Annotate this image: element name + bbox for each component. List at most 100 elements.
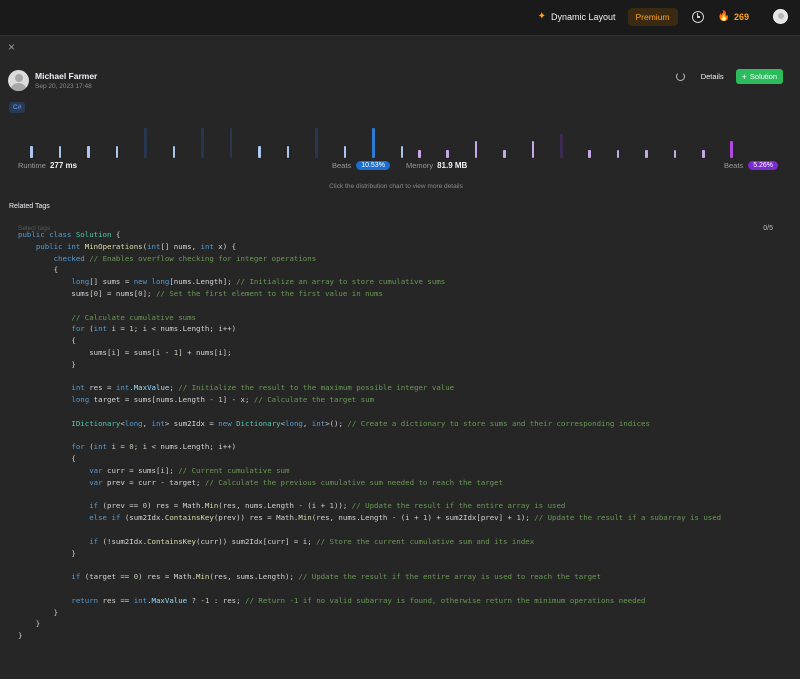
runtime-distribution-bar[interactable]	[343, 146, 347, 158]
code-line: for (int i = 0; i < nums.Length; i++)	[71, 442, 237, 452]
memory-distribution-bar[interactable]	[418, 150, 421, 158]
memory-label: Memory	[406, 161, 434, 170]
memory-distribution-bar[interactable]	[503, 150, 506, 158]
code-line: return res == int.MaxValue ? -1 : res; /…	[71, 595, 646, 605]
code-line: {	[18, 265, 59, 275]
streak-count: 269	[733, 11, 749, 22]
code-line: if (!sum2Idx.ContainsKey(curr)) sum2Idx[…	[89, 536, 535, 546]
streak-counter[interactable]: 🔥 269	[718, 11, 749, 22]
code-line: long[] sums = new long[nums.Length]; // …	[71, 277, 446, 287]
code-line: var curr = sums[i]; // Current cumulativ…	[89, 465, 290, 475]
stats-row: Runtime 277 ms Beats 10.53% Memory 81.9 …	[0, 161, 800, 175]
code-line: else if (sum2Idx.ContainsKey(prev)) res …	[89, 513, 722, 523]
author-info: Michael Farmer Sep 20, 2023 17:48	[8, 70, 97, 91]
runtime-distribution-bar[interactable]	[400, 146, 404, 158]
sparkle-icon: ✦	[537, 11, 546, 22]
memory-distribution-bar[interactable]	[702, 150, 705, 158]
memory-distribution-bar[interactable]	[645, 150, 648, 158]
related-tags-title: Related Tags	[9, 203, 50, 210]
action-bar: Details + Solution	[675, 69, 783, 84]
code-line: IDictionary<long, int> sum2Idx = new Dic…	[71, 418, 650, 428]
memory-distribution-bar[interactable]	[616, 150, 620, 158]
code-line: public int MinOperations(int[] nums, int…	[35, 241, 237, 251]
runtime-distribution-bar[interactable]	[115, 146, 119, 158]
submission-date: Sep 20, 2023 17:48	[35, 83, 92, 90]
runtime-distribution-bar[interactable]	[87, 146, 90, 158]
author-avatar[interactable]	[8, 70, 29, 91]
runtime-distribution-bar[interactable]	[30, 146, 33, 158]
code-line: sums[0] = nums[0]; // Set the first elem…	[18, 288, 383, 298]
runtime-beats-badge: 10.53%	[356, 161, 390, 170]
memory-distribution-bar[interactable]	[560, 134, 563, 158]
details-button[interactable]: Details	[701, 72, 724, 81]
memory-distribution-bar[interactable]	[474, 141, 478, 158]
memory-distribution-bar[interactable]	[588, 150, 591, 158]
memory-distribution-bar[interactable]	[673, 150, 677, 158]
code-block[interactable]: public class Solution { public int MinOp…	[18, 229, 793, 642]
dynamic-layout-label: Dynamic Layout	[550, 11, 616, 22]
solution-label: Solution	[749, 72, 777, 81]
memory-distribution-bar[interactable]	[730, 141, 733, 158]
memory-distribution-bar[interactable]	[531, 141, 535, 158]
user-avatar[interactable]	[773, 9, 788, 24]
distribution-chart[interactable]	[0, 128, 800, 158]
code-line: }	[18, 607, 59, 617]
post-solution-button[interactable]: + Solution	[735, 69, 783, 84]
language-tag[interactable]: C#	[9, 102, 26, 113]
code-line: if (target == 0) res = Math.Min(res, sum…	[71, 572, 601, 582]
code-line: // Calculate cumulative sums	[71, 312, 196, 322]
runtime-distribution-bar[interactable]	[286, 146, 290, 158]
runtime-distribution-bar[interactable]	[201, 128, 204, 158]
memory-value: 81.9 MB	[437, 161, 468, 170]
code-line: }	[18, 631, 23, 641]
runtime-stat: Runtime 277 ms	[18, 161, 77, 170]
memory-beats-badge: 5.26%	[748, 161, 779, 170]
plus-icon: +	[741, 71, 747, 82]
close-icon[interactable]: ×	[8, 41, 15, 53]
runtime-distribution-bar[interactable]	[58, 146, 62, 158]
code-line: }	[18, 359, 76, 369]
runtime-beats-label: Beats	[332, 161, 352, 170]
runtime-value: 277 ms	[49, 161, 78, 170]
code-line: checked // Enables overflow checking for…	[53, 253, 317, 263]
top-navbar: ✦ Dynamic Layout Premium 🔥 269	[0, 0, 800, 33]
author-name[interactable]: Michael Farmer	[35, 71, 97, 81]
runtime-distribution-bar[interactable]	[172, 146, 176, 158]
code-line: }	[18, 619, 41, 629]
code-line: sums[i] = sums[i - 1] + nums[i];	[18, 347, 232, 357]
memory-beats: Beats 5.26%	[724, 161, 779, 170]
runtime-distribution-bar[interactable]	[315, 128, 318, 158]
code-line: }	[18, 548, 76, 558]
code-line: public class Solution {	[18, 230, 121, 239]
runtime-label: Runtime	[18, 161, 46, 170]
code-line: long target = sums[nums.Length - 1] - x;…	[71, 395, 375, 405]
code-line: int res = int.MaxValue; // Initialize th…	[71, 383, 455, 393]
runtime-distribution-bar[interactable]	[144, 128, 147, 158]
memory-distribution-bar[interactable]	[446, 150, 449, 158]
share-icon[interactable]	[675, 72, 685, 81]
runtime-distribution-bar[interactable]	[258, 146, 261, 158]
chart-hint: Click the distribution chart to view mor…	[329, 183, 463, 190]
dynamic-layout-button[interactable]: ✦ Dynamic Layout	[538, 11, 616, 22]
premium-button[interactable]: Premium	[627, 7, 678, 26]
runtime-beats: Beats 10.53%	[332, 161, 390, 170]
premium-label: Premium	[635, 11, 670, 22]
code-line: if (prev == 0) res = Math.Min(res, nums.…	[89, 501, 566, 511]
runtime-distribution-bar[interactable]	[229, 128, 233, 158]
fire-icon: 🔥	[717, 11, 730, 22]
code-line: var prev = curr - target; // Calculate t…	[89, 477, 504, 487]
runtime-distribution-bar[interactable]	[372, 128, 375, 158]
clock-icon[interactable]	[691, 10, 704, 23]
memory-beats-label: Beats	[724, 161, 744, 170]
code-line: {	[18, 454, 76, 464]
memory-stat: Memory 81.9 MB	[406, 161, 467, 170]
code-line: for (int i = 1; i < nums.Length; i++)	[71, 324, 237, 334]
